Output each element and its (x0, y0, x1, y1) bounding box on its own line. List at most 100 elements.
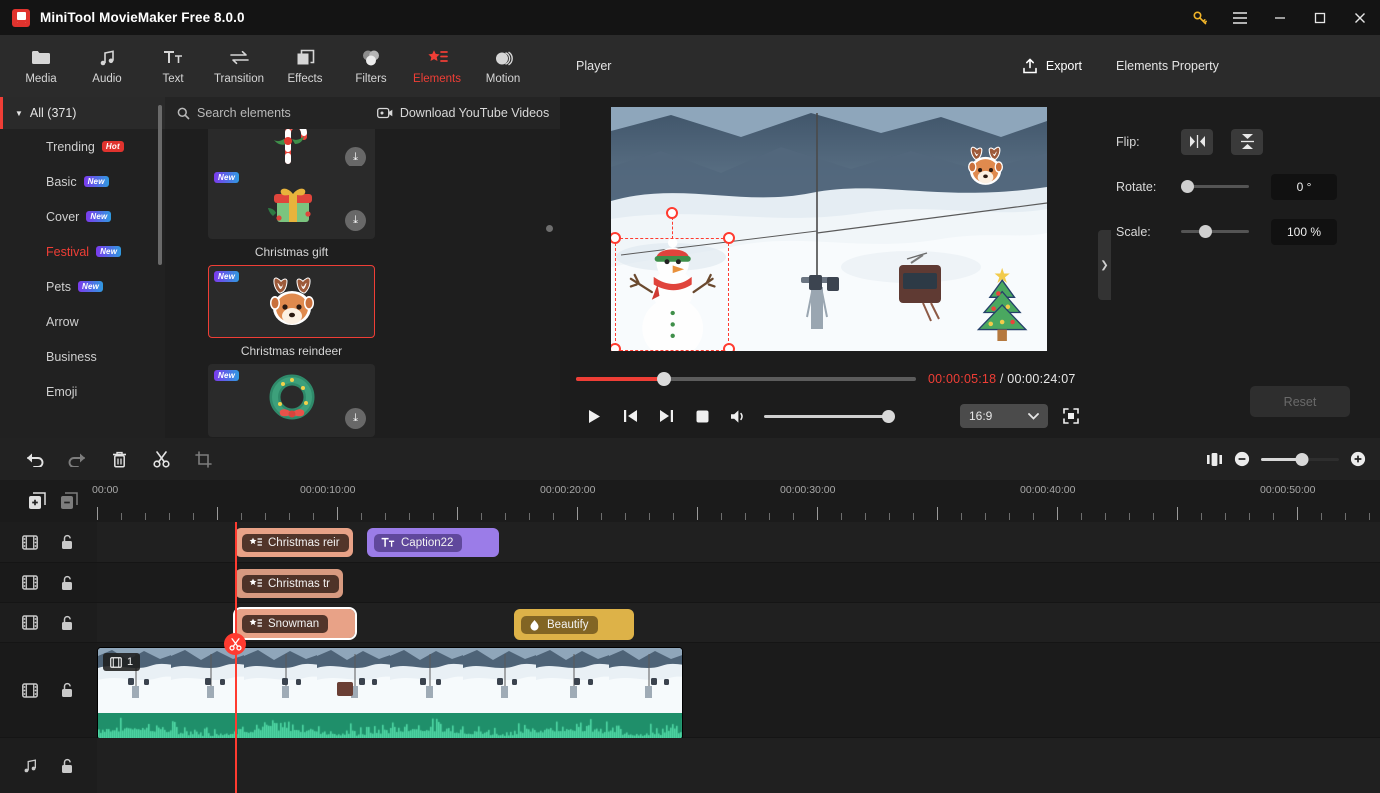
unlock-icon[interactable] (60, 615, 74, 631)
nav-item-transition[interactable]: Transition (206, 48, 272, 85)
key-icon[interactable] (1180, 0, 1220, 35)
add-track-icon[interactable] (28, 492, 46, 510)
category-item-business[interactable]: Business (0, 339, 165, 374)
volume-knob[interactable] (882, 409, 895, 423)
remove-track-icon[interactable] (60, 492, 78, 510)
selection-box[interactable] (615, 237, 729, 351)
close-icon[interactable] (1340, 0, 1380, 35)
timeline-clip-caption22[interactable]: Caption22 (367, 528, 499, 557)
category-item-pets[interactable]: Pets New (0, 269, 165, 304)
scissors-icon[interactable] (140, 444, 182, 474)
aspect-ratio-select[interactable]: 16:9 (960, 404, 1048, 428)
zoom-in-icon[interactable] (1350, 451, 1366, 467)
stop-button[interactable] (684, 401, 720, 431)
scale-knob[interactable] (1199, 225, 1212, 238)
timeline-clip-snowman[interactable]: Snowman (233, 607, 357, 640)
scale-value[interactable]: 100 % (1271, 218, 1337, 245)
flip-horizontal-icon[interactable] (1181, 128, 1213, 155)
download-icon[interactable]: ⤓ (345, 210, 366, 231)
nav-item-motion[interactable]: Motion (470, 48, 536, 85)
zoom-out-icon[interactable] (1234, 451, 1250, 467)
category-item-emoji[interactable]: Emoji (0, 374, 165, 409)
nav-item-text[interactable]: Text (140, 48, 206, 85)
search-input[interactable]: Search elements (177, 106, 291, 120)
nav-item-media[interactable]: Media (8, 48, 74, 85)
flip-vertical-icon[interactable] (1231, 128, 1263, 155)
category-item-festival[interactable]: Festival New (0, 234, 165, 269)
ruler-tick (337, 507, 338, 520)
timeline-clip-christmas-reindeer[interactable]: Christmas reir (235, 528, 353, 557)
rotate-value[interactable]: 0 ° (1271, 173, 1337, 200)
element-thumbnail-christmas-gift[interactable]: New ⤓ (208, 166, 375, 239)
hamburger-menu-icon[interactable] (1220, 0, 1260, 35)
zoom-knob[interactable] (1295, 452, 1309, 466)
fullscreen-icon[interactable] (1058, 403, 1084, 429)
element-card[interactable]: New ⤓ Christmas gift (208, 166, 375, 259)
track-lane[interactable] (97, 738, 1380, 793)
ruler-scale[interactable]: 00:00 00:00:10:00 00:00:20:00 00:00:30:0… (92, 480, 1380, 522)
timeline-clip-beautify[interactable]: Beautify (514, 609, 634, 640)
volume-button[interactable] (720, 401, 756, 431)
chevron-right-icon[interactable]: ❯ (1098, 230, 1111, 300)
seek-knob[interactable] (657, 372, 672, 386)
film-strip-icon[interactable] (22, 575, 38, 590)
category-all[interactable]: ▼ All (371) (0, 97, 165, 129)
trash-icon[interactable] (98, 444, 140, 474)
category-item-arrow[interactable]: Arrow (0, 304, 165, 339)
download-youtube-button[interactable]: Download YouTube Videos (376, 106, 549, 120)
seek-slider[interactable] (576, 372, 916, 386)
unlock-icon[interactable] (60, 575, 74, 591)
clip-label: Christmas tr (268, 577, 330, 590)
redo-button[interactable] (56, 444, 98, 474)
nav-item-filters[interactable]: Filters (338, 48, 404, 85)
category-item-cover[interactable]: Cover New (0, 199, 165, 234)
text-tt-icon (163, 48, 184, 68)
download-icon[interactable]: ⤓ (345, 408, 366, 429)
nav-item-audio[interactable]: Audio (74, 48, 140, 85)
timeline-zoom-slider[interactable] (1261, 452, 1339, 466)
timeline-clip-christmas-tree[interactable]: Christmas tr (235, 569, 343, 598)
unlock-icon[interactable] (60, 534, 74, 550)
resize-handle-tl[interactable] (611, 231, 621, 244)
track-lane[interactable]: Christmas reir Caption22 (97, 522, 1380, 562)
element-thumbnail-christmas-wreath[interactable]: New ⤓ (208, 364, 375, 437)
scale-slider[interactable] (1181, 225, 1249, 238)
film-strip-icon[interactable] (22, 682, 38, 698)
download-icon[interactable]: ⤓ (345, 147, 366, 168)
nav-item-effects[interactable]: Effects (272, 48, 338, 85)
nav-item-elements[interactable]: Elements (404, 48, 470, 85)
track-lane[interactable]: Snowman Beautify (97, 603, 1380, 655)
playhead[interactable] (235, 522, 237, 793)
rotate-knob[interactable] (1181, 180, 1194, 193)
fit-timeline-icon[interactable] (1206, 452, 1223, 467)
crop-icon[interactable] (182, 444, 224, 474)
video-clip[interactable]: 1 (97, 647, 683, 740)
category-scrollbar[interactable] (158, 105, 162, 265)
split-marker-button[interactable] (224, 633, 246, 655)
undo-button[interactable] (14, 444, 56, 474)
element-card[interactable]: New ⤓ (208, 364, 375, 438)
reset-button[interactable]: Reset (1250, 386, 1350, 417)
category-item-trending[interactable]: Trending Hot (0, 129, 165, 164)
grid-scroll-indicator[interactable] (546, 225, 553, 232)
play-button[interactable] (576, 401, 612, 431)
track-lane[interactable]: 1 (97, 643, 1380, 740)
volume-slider[interactable] (764, 409, 895, 423)
rotate-slider[interactable] (1181, 180, 1249, 193)
track-lane[interactable]: Christmas tr (97, 563, 1380, 602)
export-button[interactable]: Export (1022, 58, 1082, 74)
preview-canvas[interactable] (611, 106, 1047, 351)
resize-handle-tr[interactable] (723, 231, 735, 244)
unlock-icon[interactable] (60, 758, 74, 774)
minimize-icon[interactable] (1260, 0, 1300, 35)
element-thumbnail-christmas-reindeer[interactable]: New (208, 265, 375, 338)
element-card[interactable]: New Christmas reindeer (208, 265, 375, 358)
film-strip-icon[interactable] (22, 615, 38, 630)
category-item-basic[interactable]: Basic New (0, 164, 165, 199)
film-strip-icon[interactable] (22, 534, 38, 550)
unlock-icon[interactable] (60, 682, 74, 698)
previous-frame-button[interactable] (612, 401, 648, 431)
next-frame-button[interactable] (648, 401, 684, 431)
music-note-icon[interactable] (22, 758, 38, 774)
maximize-icon[interactable] (1300, 0, 1340, 35)
